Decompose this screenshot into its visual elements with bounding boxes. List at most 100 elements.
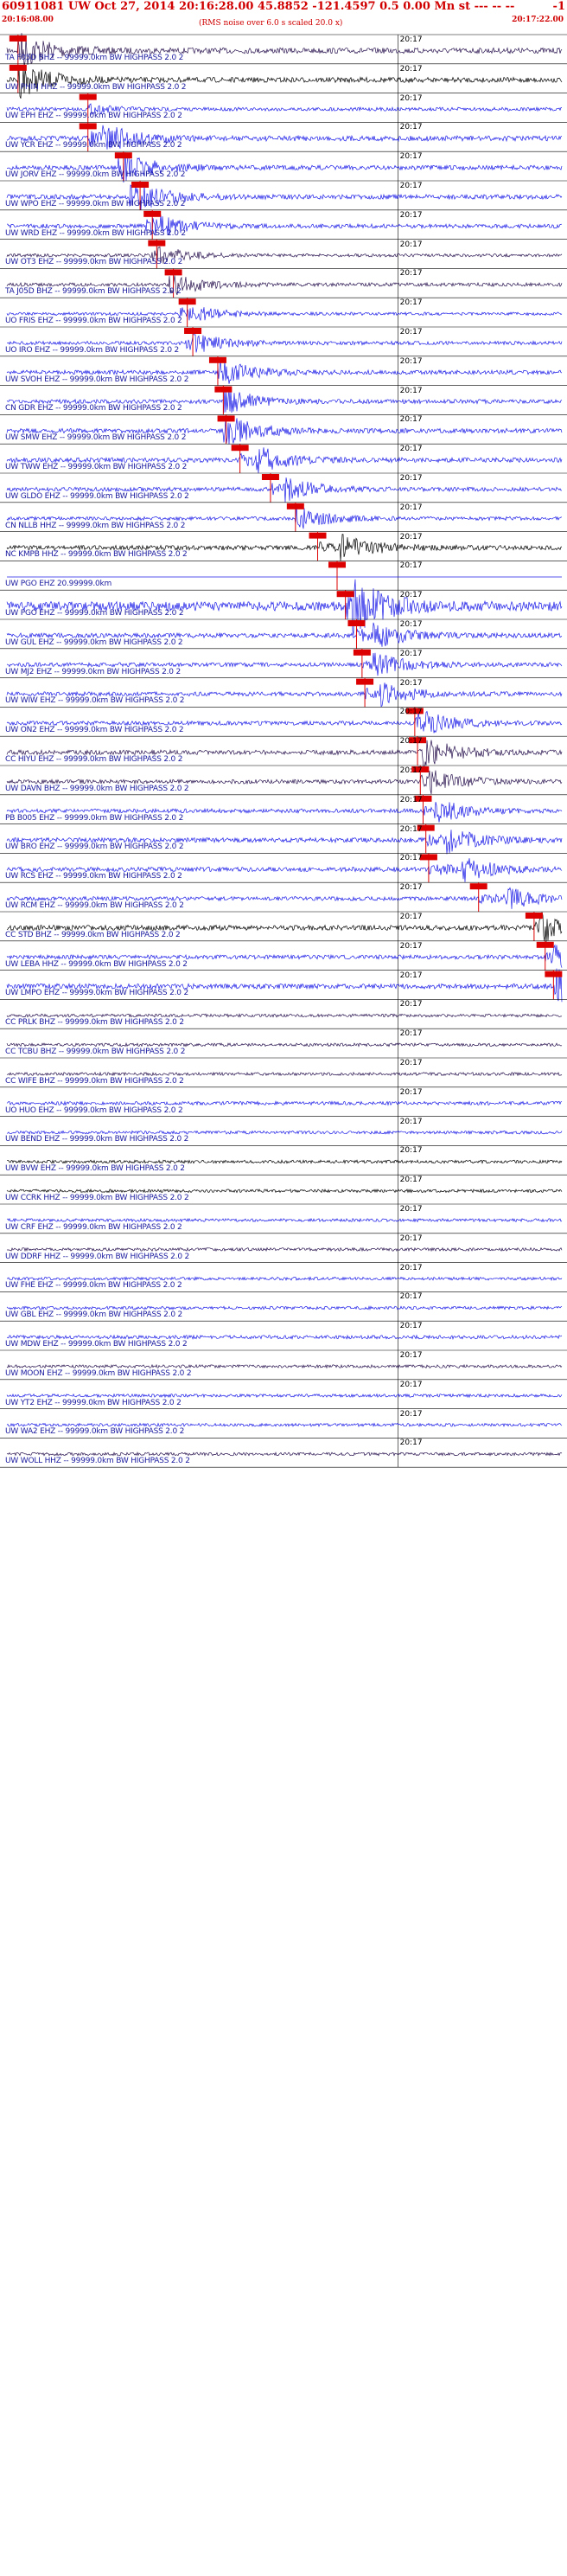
waveform-trace xyxy=(6,1013,563,1018)
trace-label: CC WIFE BHZ -- 99999.0km BW HIGHPASS 2.0… xyxy=(5,1076,184,1086)
waveform-trace xyxy=(6,1276,563,1282)
pick-marker xyxy=(347,620,366,626)
minute-label: 20:17 xyxy=(399,1263,423,1272)
waveform-trace xyxy=(6,1130,563,1136)
trace-label: UW BVW EHZ -- 99999.0km BW HIGHPASS 2.0 … xyxy=(5,1164,185,1174)
trace-label: UW WOLL HHZ -- 99999.0km BW HIGHPASS 2.0… xyxy=(5,1457,190,1466)
minute-label: 20:17 xyxy=(399,1409,423,1419)
pick-marker xyxy=(328,561,346,568)
minute-label: 20:17 xyxy=(399,445,423,454)
pick-marker xyxy=(261,474,279,480)
trace-label: UW CRF EHZ -- 99999.0km BW HIGHPASS 2.0 … xyxy=(5,1222,182,1232)
minute-label: 20:17 xyxy=(399,93,423,103)
minute-label: 20:17 xyxy=(399,649,423,658)
trace-label: UW FHE EHZ -- 99999.0km BW HIGHPASS 2.0 … xyxy=(5,1281,182,1291)
pick-marker xyxy=(419,854,437,861)
minute-label: 20:17 xyxy=(399,678,423,688)
waveform-trace xyxy=(6,1189,563,1194)
waveform-trace xyxy=(6,1305,563,1310)
minute-label: 20:17 xyxy=(399,1439,423,1448)
trace-label: UW DAVN BHZ -- 99999.0km BW HIGHPASS 2.0… xyxy=(5,784,189,793)
pick-marker xyxy=(545,971,563,977)
waveform-trace xyxy=(6,1393,563,1399)
minute-label: 20:17 xyxy=(399,766,423,775)
minute-label: 20:17 xyxy=(399,1059,423,1067)
trace-label: UW WIW EHZ -- 99999.0km BW HIGHPASS 2.0 … xyxy=(5,696,185,706)
minute-label: 20:17 xyxy=(399,1292,423,1302)
trace-label: UW SMW EHZ -- 99999.0km BW HIGHPASS 2.0 … xyxy=(5,433,187,443)
pick-marker xyxy=(148,240,166,247)
minute-label: 20:17 xyxy=(399,620,423,629)
minute-label: 20:17 xyxy=(399,503,423,512)
pick-marker xyxy=(356,678,374,685)
pick-marker xyxy=(79,93,97,100)
minute-label: 20:17 xyxy=(399,708,423,717)
pick-marker xyxy=(184,328,202,334)
trace-label: UW LEBA HHZ -- 99999.0km BW HIGHPASS 2.0… xyxy=(5,959,188,969)
trace-label: UW YT2 EHZ -- 99999.0km BW HIGHPASS 2.0 … xyxy=(5,1398,182,1407)
minute-label: 20:17 xyxy=(399,854,423,863)
minute-label: 20:17 xyxy=(399,298,423,308)
minute-label: 20:17 xyxy=(399,415,423,425)
minute-label: 20:17 xyxy=(399,591,423,600)
trace-label: UO HUO EHZ -- 99999.0km BW HIGHPASS 2.0 … xyxy=(5,1105,183,1115)
minute-label: 20:17 xyxy=(399,1380,423,1389)
pick-marker xyxy=(536,941,554,948)
trace-label: CN NLLB HHZ -- 99999.0km BW HIGHPASS 2.0… xyxy=(5,521,186,530)
trace-label: UW TWW EHZ -- 99999.0km BW HIGHPASS 2.0 … xyxy=(5,463,188,471)
minute-label: 20:17 xyxy=(399,824,423,834)
minute-label: 20:17 xyxy=(399,1234,423,1243)
trace-label: CN GDR EHZ -- 99999.0km BW HIGHPASS 2.0 … xyxy=(5,404,182,413)
trace-label: UW OT3 EHZ -- 99999.0km BW HIGHPASS 2.0 … xyxy=(5,258,183,267)
trace-label: UW CCRK HHZ -- 99999.0km BW HIGHPASS 2.0… xyxy=(5,1194,189,1202)
minute-label: 20:17 xyxy=(399,386,423,395)
pick-marker xyxy=(131,182,150,188)
waveform-trace xyxy=(6,1071,563,1077)
pick-marker xyxy=(9,64,27,71)
waveform-trace xyxy=(6,1363,563,1369)
pick-marker xyxy=(309,532,327,539)
trace-label: UW PGO EHZ 20.99999.0km xyxy=(5,580,112,589)
pick-marker xyxy=(114,152,132,159)
trace-label: UW RCM EHZ -- 99999.0km BW HIGHPASS 2.0 … xyxy=(5,901,184,910)
trace-label: UO FRIS EHZ -- 99999.0km BW HIGHPASS 2.0… xyxy=(5,317,182,325)
pick-marker xyxy=(336,591,354,598)
trace-label: UW YCR EHZ -- 99999.0km BW HIGHPASS 2.0 … xyxy=(5,141,182,151)
trace-label: UW ON2 EHZ -- 99999.0km BW HIGHPASS 2.0 … xyxy=(5,726,184,735)
trace-label: UW RCS EHZ -- 99999.0km BW HIGHPASS 2.0 … xyxy=(5,872,182,881)
minute-label: 20:17 xyxy=(399,1146,423,1156)
waveform-trace xyxy=(7,1159,563,1164)
trace-label: UW DDRF HHZ -- 99999.0km BW HIGHPASS 2.0… xyxy=(5,1252,190,1261)
minute-label: 20:17 xyxy=(399,240,423,249)
minute-label: 20:17 xyxy=(399,532,423,541)
minute-label: 20:17 xyxy=(399,913,423,921)
minute-label: 20:17 xyxy=(399,35,423,44)
minute-label: 20:17 xyxy=(399,210,423,220)
minute-label: 20:17 xyxy=(399,1117,423,1126)
trace-label: UW JORV EHZ -- 99999.0km BW HIGHPASS 2.0… xyxy=(5,170,186,179)
trace-label: UW PHIN HHZ -- 99999.0km BW HIGHPASS 2.0… xyxy=(5,82,187,92)
minute-label: 20:17 xyxy=(399,883,423,893)
pick-marker xyxy=(525,913,543,919)
minute-label: 20:17 xyxy=(399,1029,423,1039)
trace-label: UW BEND EHZ -- 99999.0km BW HIGHPASS 2.0… xyxy=(5,1135,189,1144)
pick-marker xyxy=(79,123,97,130)
trace-label: UW WPO EHZ -- 99999.0km BW HIGHPASS 2.0 … xyxy=(5,199,186,208)
waveform-trace xyxy=(6,1422,563,1427)
pick-marker xyxy=(143,210,162,217)
minute-label: 20:17 xyxy=(399,356,423,366)
pick-marker xyxy=(469,883,487,890)
trace-label: UO IRO EHZ -- 99999.0km BW HIGHPASS 2.0 … xyxy=(5,345,180,355)
waveform-trace xyxy=(6,1246,563,1253)
waveform-trace xyxy=(6,1334,563,1340)
minute-label: 20:17 xyxy=(399,737,423,747)
trace-label: CC HIYU EHZ -- 99999.0km BW HIGHPASS 2.0… xyxy=(5,755,183,764)
waveform-trace xyxy=(6,1041,563,1048)
trace-label: UW PGO EHZ -- 99999.0km BW HIGHPASS 2.0 … xyxy=(5,609,184,618)
minute-label: 20:17 xyxy=(399,1176,423,1185)
minute-label: 20:17 xyxy=(399,328,423,336)
minute-label: 20:17 xyxy=(399,1000,423,1009)
pick-marker xyxy=(286,503,304,509)
trace-label: UW GLDO EHZ -- 99999.0km BW HIGHPASS 2.0… xyxy=(5,491,189,501)
trace-label: CC PRLK BHZ -- 99999.0km BW HIGHPASS 2.0… xyxy=(5,1018,184,1028)
